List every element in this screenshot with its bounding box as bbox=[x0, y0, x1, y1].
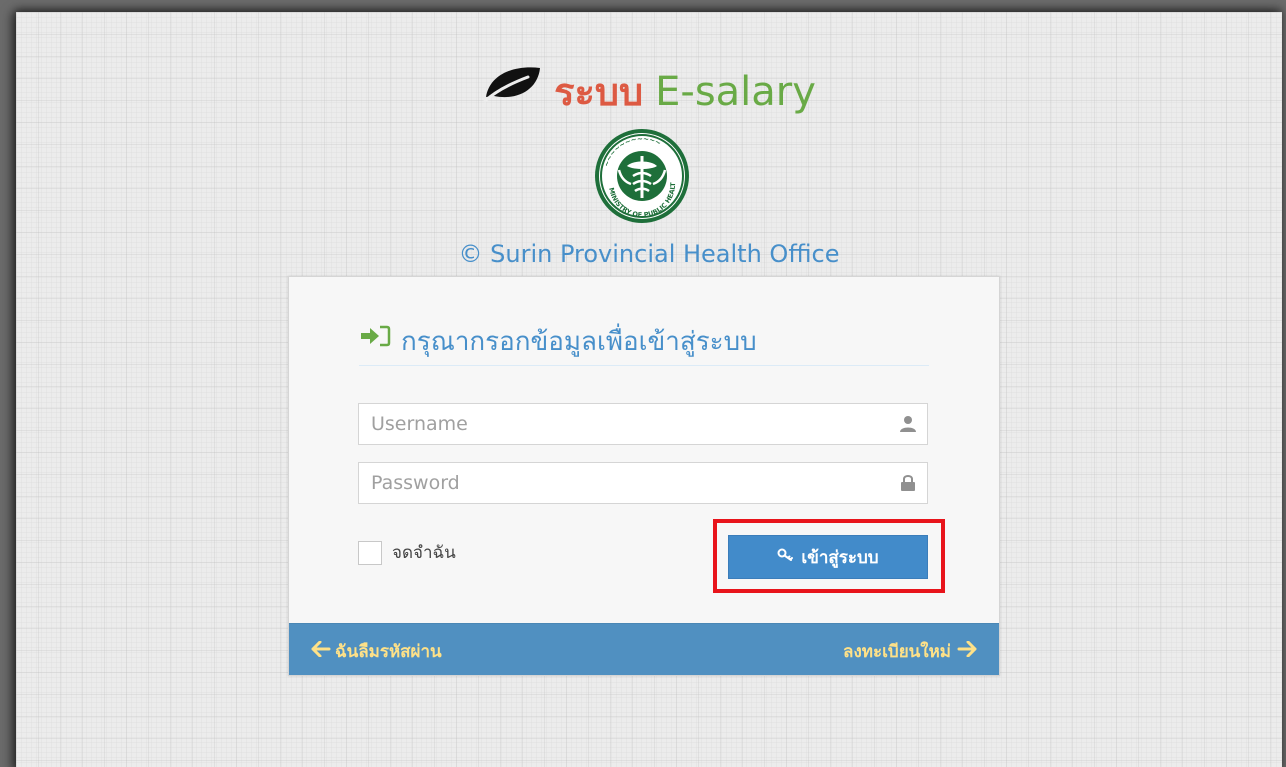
lock-icon bbox=[899, 474, 917, 496]
remember-me[interactable]: จดจำฉัน bbox=[358, 539, 456, 566]
app-title-brand: E-salary bbox=[655, 69, 816, 115]
copyright-text: © Surin Provincial Health Office bbox=[458, 240, 840, 268]
remember-me-label[interactable]: จดจำฉัน bbox=[392, 539, 456, 566]
password-field[interactable] bbox=[358, 462, 928, 504]
login-box-title: กรุณากรอกข้อมูลเพื่อเข้าสู่ระบบ bbox=[359, 324, 757, 361]
app-title-thai: ระบบ bbox=[554, 70, 644, 114]
username-input[interactable] bbox=[359, 404, 871, 444]
title-divider bbox=[359, 365, 929, 366]
user-icon bbox=[899, 415, 917, 437]
forgot-password-link[interactable]: ฉันลืมรหัสผ่าน bbox=[311, 638, 442, 665]
ministry-seal-icon: ~~~~~~~~~~~ MINISTRY OF PUBLIC HEALTH bbox=[564, 120, 717, 226]
password-input[interactable] bbox=[359, 463, 871, 503]
forgot-password-label[interactable]: ฉันลืมรหัสผ่าน bbox=[335, 638, 442, 665]
sign-in-icon bbox=[359, 322, 391, 358]
login-box-footer: ฉันลืมรหัสผ่าน ลงทะเบียนใหม่ bbox=[289, 623, 999, 675]
arrow-right-icon bbox=[957, 640, 977, 662]
leaf-icon bbox=[482, 62, 544, 118]
page-frame: ระบบ E-salary ~~~~~~~~~~~ MINISTRY OF PUB… bbox=[16, 12, 1282, 767]
login-box: กรุณากรอกข้อมูลเพื่อเข้าสู่ระบบ Username… bbox=[288, 276, 1000, 676]
app-heading: ระบบ E-salary bbox=[16, 64, 1282, 122]
login-button[interactable]: เข้าสู่ระบบ bbox=[728, 535, 928, 579]
remember-me-checkbox[interactable] bbox=[358, 540, 382, 565]
username-field[interactable] bbox=[358, 403, 928, 445]
arrow-left-icon bbox=[311, 640, 331, 662]
register-link[interactable]: ลงทะเบียนใหม่ bbox=[843, 638, 977, 665]
register-label[interactable]: ลงทะเบียนใหม่ bbox=[843, 638, 951, 665]
login-button-label: เข้าสู่ระบบ bbox=[801, 547, 879, 568]
login-title-text: กรุณากรอกข้อมูลเพื่อเข้าสู่ระบบ bbox=[401, 327, 757, 357]
key-icon bbox=[777, 547, 795, 567]
